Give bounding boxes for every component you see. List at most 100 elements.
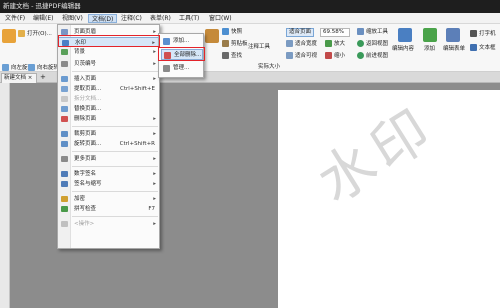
forward-arrow-icon <box>357 52 364 59</box>
menu-item-digital-signature[interactable]: 数字签名 ▸ <box>58 169 159 179</box>
menu-comment[interactable]: 注释(C) <box>118 14 145 23</box>
menu-form[interactable]: 表单(R) <box>147 14 174 23</box>
submenu-arrow-icon: ▸ <box>153 196 156 202</box>
edit-content-button[interactable]: 编辑内容 <box>392 46 414 53</box>
fit-width-icon <box>286 40 293 47</box>
watermark-manage-item[interactable]: 管理... <box>161 63 203 74</box>
rotate-right-icon <box>28 64 35 71</box>
tab-new-document[interactable]: 新建文档 × <box>1 73 37 83</box>
menu-item-background[interactable]: 背景 ▸ <box>58 47 159 57</box>
forward-view-button[interactable]: 前进视图 <box>357 52 388 60</box>
typewriter-button[interactable]: 打字机 <box>470 30 496 38</box>
title-bar: 新建文档 - 迅捷PDF编辑器 <box>0 0 500 13</box>
watermark-add-item[interactable]: 添加... <box>161 36 203 47</box>
open-folder-icon[interactable] <box>2 29 16 43</box>
extract-page-icon <box>61 86 68 92</box>
submenu-arrow-icon: ▸ <box>153 131 156 137</box>
signature-icon <box>61 181 68 187</box>
add-icon[interactable] <box>423 28 437 42</box>
menu-item-actions: <操作> ▸ <box>58 219 159 229</box>
replace-page-icon <box>61 106 68 112</box>
submenu-arrow-icon: ▸ <box>153 181 156 187</box>
close-icon[interactable]: × <box>28 75 33 81</box>
menu-document[interactable]: 文档(D) <box>88 14 118 23</box>
spell-check-icon <box>61 206 68 212</box>
menu-bar: 文件(F) 编辑(E) 视图(V) 文档(D) 注释(C) 表单(R) 工具(T… <box>0 13 500 24</box>
menu-item-encrypt[interactable]: 加密 ▸ <box>58 194 159 204</box>
submenu-arrow-icon: ▸ <box>153 49 156 55</box>
menu-tools[interactable]: 工具(T) <box>176 14 202 23</box>
open-icon <box>18 30 25 37</box>
fit-visible-button[interactable]: 适合可视 <box>286 52 317 60</box>
rotate-left-icon <box>2 64 9 71</box>
snapshot-button[interactable]: 快照 <box>222 28 242 36</box>
highlight-box-watermark <box>58 35 160 47</box>
menu-item-rotate-page[interactable]: 旋转页面... Ctrl+Shift+R <box>58 139 159 149</box>
manage-icon <box>163 65 170 72</box>
fit-page-button[interactable]: 适合页面 <box>286 28 315 37</box>
add-watermark-icon <box>163 38 170 45</box>
submenu-arrow-icon: ▸ <box>153 156 156 162</box>
edit-content-icon[interactable] <box>398 28 412 42</box>
zoom-input[interactable]: 69.58% <box>320 28 350 37</box>
fit-width-button[interactable]: 适合宽度 <box>286 40 317 48</box>
menu-item-signature-initials[interactable]: 签名与缩写 ▸ <box>58 179 159 189</box>
menu-separator <box>72 166 158 167</box>
highlight-box-delete-all <box>158 47 205 61</box>
zoom-out-icon <box>325 52 332 59</box>
find-icon <box>222 52 229 59</box>
window-title: 新建文档 - 迅捷PDF编辑器 <box>3 2 81 10</box>
menu-separator <box>72 191 158 192</box>
menu-window[interactable]: 窗口(W) <box>206 14 235 23</box>
menu-item-crop-page[interactable]: 裁剪页面 ▸ <box>58 129 159 139</box>
clipboard-icon <box>222 40 229 47</box>
bates-icon <box>61 61 68 67</box>
annotation-tool-button[interactable]: 注释工具 <box>248 44 270 51</box>
insert-page-icon <box>61 76 68 82</box>
hand-tool-icon[interactable] <box>205 29 219 43</box>
menu-item-bates-numbering[interactable]: 贝茨编号 ▸ <box>58 59 159 69</box>
split-document-icon <box>61 96 68 102</box>
submenu-arrow-icon: ▸ <box>153 171 156 177</box>
back-arrow-icon <box>357 40 364 47</box>
zoom-tool-button[interactable]: 缩放工具 <box>357 28 388 36</box>
zoom-out-button[interactable]: 缩小 <box>325 52 345 60</box>
menu-item-insert-page[interactable]: 插入页面 ▸ <box>58 74 159 84</box>
zoom-in-button[interactable]: 放大 <box>325 40 345 48</box>
rotate-page-icon <box>61 141 68 147</box>
menu-separator <box>72 71 158 72</box>
menu-item-more-pages[interactable]: 更多页面 ▸ <box>58 154 159 164</box>
menu-edit[interactable]: 编辑(E) <box>30 14 56 23</box>
new-tab-button[interactable]: + <box>40 73 46 82</box>
document-menu-dropdown: 页面页眉 ▸ 水印 ▸ 背景 ▸ 贝茨编号 ▸ 插入页面 ▸ 提取页面... Ctrl+Sh… <box>57 24 160 249</box>
digital-signature-icon <box>61 171 68 177</box>
menu-item-split-document: 拆分文档... <box>58 94 159 104</box>
menu-view[interactable]: 视图(V) <box>59 14 86 23</box>
zoom-in-icon <box>325 40 332 47</box>
lock-icon <box>61 196 68 202</box>
more-pages-icon <box>61 156 68 162</box>
menu-file[interactable]: 文件(F) <box>2 14 28 23</box>
add-button[interactable]: 添加 <box>424 46 435 53</box>
submenu-arrow-icon: ▸ <box>153 76 156 82</box>
menu-item-delete-page[interactable]: 删除页面 ▸ <box>58 114 159 124</box>
open-button[interactable]: 打开(O)... <box>18 30 52 38</box>
rotate-right-button[interactable]: 向右旋转 <box>28 64 59 72</box>
clipboard-button[interactable]: 剪贴板 <box>222 40 248 48</box>
back-view-button[interactable]: 返回视图 <box>357 40 388 48</box>
background-icon <box>61 49 68 55</box>
submenu-arrow-icon: ▸ <box>153 221 156 227</box>
typewriter-icon <box>470 30 477 37</box>
edit-form-icon[interactable] <box>446 28 460 42</box>
submenu-arrow-icon: ▸ <box>153 61 156 67</box>
find-button[interactable]: 查找 <box>222 52 242 60</box>
menu-item-extract-page[interactable]: 提取页面... Ctrl+Shift+E <box>58 84 159 94</box>
menu-item-spell-check[interactable]: 拼写检查 F7 <box>58 204 159 214</box>
left-side-panel <box>0 83 10 308</box>
menu-separator <box>72 126 158 127</box>
actual-size-button[interactable]: 实际大小 <box>258 64 280 71</box>
menu-item-replace-page[interactable]: 替换页面... <box>58 104 159 114</box>
menu-separator <box>72 216 158 217</box>
crop-page-icon <box>61 131 68 137</box>
submenu-arrow-icon: ▸ <box>153 116 156 122</box>
